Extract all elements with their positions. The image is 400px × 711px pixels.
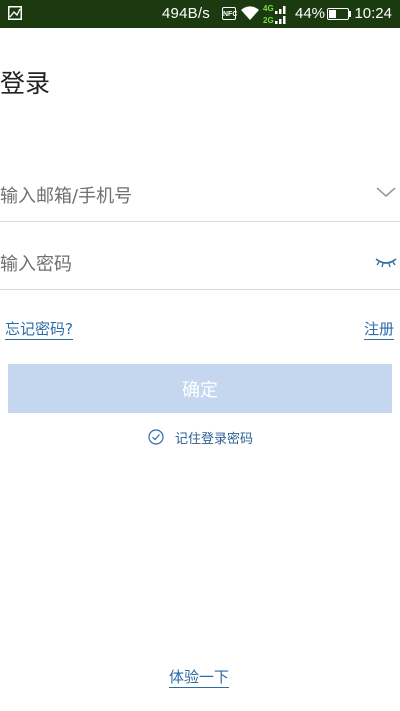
forgot-password-link[interactable]: 忘记密码? — [5, 320, 73, 340]
chevron-down-icon[interactable] — [375, 185, 397, 199]
clock: 10:24 — [354, 5, 392, 22]
remember-password-label: 记住登录密码 — [175, 431, 254, 447]
email-field-container — [0, 176, 400, 222]
battery-icon — [327, 8, 349, 20]
password-input[interactable] — [0, 244, 360, 284]
battery-tip — [349, 11, 351, 17]
cellular-signal-icon: 4G 2G — [263, 4, 286, 25]
confirm-button[interactable]: 确定 — [8, 364, 392, 413]
nfc-icon: NFC — [222, 7, 237, 20]
page-title: 登录 — [0, 69, 51, 98]
password-field-container — [0, 244, 400, 290]
status-bar: 494B/s NFC 4G 2G 44% 10:24 — [0, 0, 400, 28]
try-it-link[interactable]: 体验一下 — [169, 668, 230, 688]
register-link[interactable]: 注册 — [363, 320, 394, 340]
wifi-icon — [241, 6, 259, 20]
battery-fill — [329, 10, 336, 18]
image-icon — [8, 6, 22, 20]
network-4g-label: 4G — [263, 4, 274, 13]
check-circle-icon — [148, 429, 164, 445]
email-input[interactable] — [0, 176, 360, 216]
network-speed: 494B/s — [162, 5, 210, 22]
remember-password-toggle[interactable]: 记住登录密码 — [148, 428, 254, 447]
battery-percent: 44% — [295, 5, 326, 22]
network-2g-label: 2G — [263, 16, 274, 25]
eye-closed-icon[interactable] — [374, 254, 398, 270]
